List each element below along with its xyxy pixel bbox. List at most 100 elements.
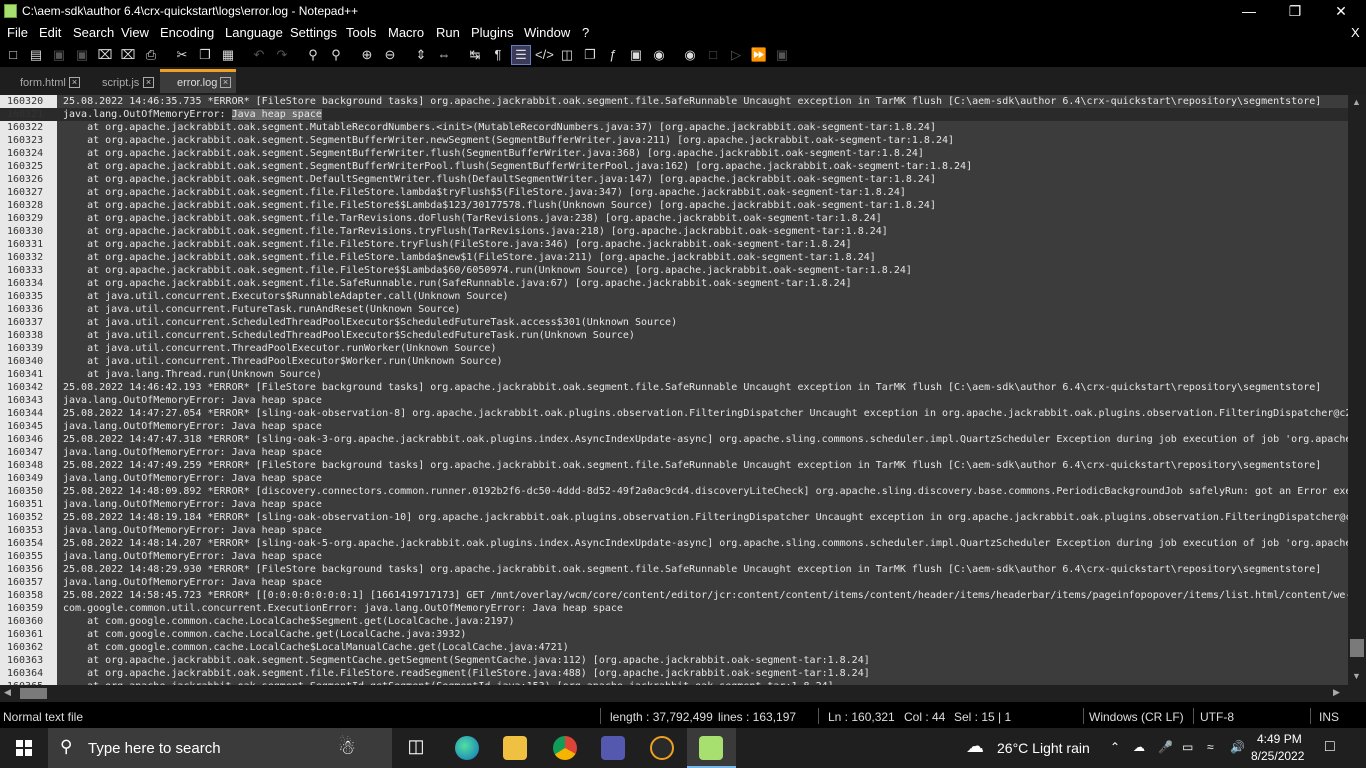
- run-macro-multiple-icon[interactable]: ⏩: [750, 46, 768, 64]
- redo-icon[interactable]: ↷: [273, 46, 291, 64]
- editor-line[interactable]: 160337 at java.util.concurrent.Scheduled…: [0, 316, 1348, 329]
- app-icon[interactable]: [650, 736, 674, 760]
- editor-line[interactable]: 160340 at java.util.concurrent.ThreadPoo…: [0, 355, 1348, 368]
- menu-macro[interactable]: Macro: [388, 25, 424, 40]
- editor-line[interactable]: 160346 25.08.2022 14:47:47.318 *ERROR* [s…: [0, 433, 1348, 446]
- editor-line[interactable]: 160358 25.08.2022 14:58:45.723 *ERROR* [[…: [0, 589, 1348, 602]
- editor-line[interactable]: 160343 java.lang.OutOfMemoryError: Java h…: [0, 394, 1348, 407]
- chrome-browser-icon[interactable]: [553, 736, 577, 760]
- undo-icon[interactable]: ↶: [250, 46, 268, 64]
- playback-macro-icon[interactable]: ▷: [727, 46, 745, 64]
- tab-form-html[interactable]: form.html ×: [14, 72, 84, 93]
- editor-line[interactable]: 160357 java.lang.OutOfMemoryError: Java h…: [0, 576, 1348, 589]
- editor-line[interactable]: 160359 com.google.common.util.concurrent.…: [0, 602, 1348, 615]
- folder-as-workspace-icon[interactable]: ▣: [627, 46, 645, 64]
- notification-center-icon[interactable]: □: [1325, 738, 1335, 756]
- zoom-out-icon[interactable]: ⊖: [381, 46, 399, 64]
- scroll-right-icon[interactable]: ▶: [1333, 687, 1340, 698]
- new-file-icon[interactable]: □: [4, 46, 22, 64]
- document-list-icon[interactable]: ❐: [581, 46, 599, 64]
- record-macro-icon[interactable]: ◉: [681, 46, 699, 64]
- save-icon[interactable]: ▣: [50, 46, 68, 64]
- tab-close-icon[interactable]: ×: [143, 77, 154, 88]
- editor-line[interactable]: 160321 java.lang.OutOfMemoryError: Java h…: [0, 108, 1348, 121]
- editor-line[interactable]: 160364 at org.apache.jackrabbit.oak.segm…: [0, 667, 1348, 680]
- editor-line[interactable]: 160330 at org.apache.jackrabbit.oak.segm…: [0, 225, 1348, 238]
- horizontal-scrollbar[interactable]: ◀ ▶: [0, 685, 1366, 702]
- editor-line[interactable]: 160325 at org.apache.jackrabbit.oak.segm…: [0, 160, 1348, 173]
- insert-mode-status[interactable]: INS: [1319, 710, 1339, 724]
- scroll-down-icon[interactable]: ▼: [1352, 671, 1361, 681]
- taskbar-search-box[interactable]: ⚲ Type here to search ☃: [48, 728, 392, 768]
- show-all-characters-icon[interactable]: ¶: [489, 46, 507, 64]
- editor-line[interactable]: 160338 at java.util.concurrent.Scheduled…: [0, 329, 1348, 342]
- word-wrap-icon[interactable]: ↹: [466, 46, 484, 64]
- text-editor[interactable]: 160320 25.08.2022 14:46:35.735 *ERROR* [F…: [0, 95, 1348, 685]
- close-document-icon[interactable]: X: [1351, 25, 1360, 40]
- editor-line[interactable]: 160356 25.08.2022 14:48:29.930 *ERROR* [F…: [0, 563, 1348, 576]
- eol-status[interactable]: Windows (CR LF): [1089, 710, 1184, 724]
- stop-recording-icon[interactable]: □: [704, 46, 722, 64]
- editor-line[interactable]: 160326 at org.apache.jackrabbit.oak.segm…: [0, 173, 1348, 186]
- battery-icon[interactable]: ▭: [1182, 740, 1193, 754]
- editor-line[interactable]: 160361 at com.google.common.cache.LocalC…: [0, 628, 1348, 641]
- tab-error-log[interactable]: error.log ×: [160, 69, 236, 93]
- task-view-icon[interactable]: ◫: [404, 736, 428, 760]
- editor-line[interactable]: 160327 at org.apache.jackrabbit.oak.segm…: [0, 186, 1348, 199]
- onedrive-icon[interactable]: ☁: [1133, 740, 1145, 754]
- editor-line[interactable]: 160342 25.08.2022 14:46:42.193 *ERROR* [F…: [0, 381, 1348, 394]
- editor-line[interactable]: 160349 java.lang.OutOfMemoryError: Java h…: [0, 472, 1348, 485]
- tab-close-icon[interactable]: ×: [69, 77, 80, 88]
- microphone-icon[interactable]: 🎤: [1158, 740, 1173, 754]
- function-list-icon[interactable]: ƒ: [604, 46, 622, 64]
- editor-line[interactable]: 160322 at org.apache.jackrabbit.oak.segm…: [0, 121, 1348, 134]
- print-icon[interactable]: ⎙: [142, 46, 160, 64]
- tab-close-icon[interactable]: ×: [220, 77, 231, 88]
- editor-line[interactable]: 160347 java.lang.OutOfMemoryError: Java h…: [0, 446, 1348, 459]
- replace-icon[interactable]: ⚲: [327, 46, 345, 64]
- volume-icon[interactable]: 🔊: [1230, 740, 1245, 754]
- vertical-scrollbar[interactable]: ▲ ▼: [1348, 95, 1366, 685]
- editor-line[interactable]: 160355 java.lang.OutOfMemoryError: Java h…: [0, 550, 1348, 563]
- menu-edit[interactable]: Edit: [39, 25, 61, 40]
- menu-plugins[interactable]: Plugins: [471, 25, 514, 40]
- editor-line[interactable]: 160323 at org.apache.jackrabbit.oak.segm…: [0, 134, 1348, 147]
- editor-line[interactable]: 160332 at org.apache.jackrabbit.oak.segm…: [0, 251, 1348, 264]
- editor-line[interactable]: 160339 at java.util.concurrent.ThreadPoo…: [0, 342, 1348, 355]
- file-explorer-icon[interactable]: [503, 736, 527, 760]
- sync-vertical-icon[interactable]: ⇕: [412, 46, 430, 64]
- menu-language[interactable]: Language: [225, 25, 283, 40]
- editor-line[interactable]: 160329 at org.apache.jackrabbit.oak.segm…: [0, 212, 1348, 225]
- menu-encoding[interactable]: Encoding: [160, 25, 214, 40]
- weather-text[interactable]: 26°C Light rain: [997, 740, 1090, 756]
- editor-line[interactable]: 160353 java.lang.OutOfMemoryError: Java h…: [0, 524, 1348, 537]
- editor-line[interactable]: 160350 25.08.2022 14:48:09.892 *ERROR* [d…: [0, 485, 1348, 498]
- editor-line[interactable]: 160354 25.08.2022 14:48:14.207 *ERROR* [s…: [0, 537, 1348, 550]
- indent-guide-icon[interactable]: ☰: [511, 45, 531, 65]
- editor-line[interactable]: 160344 25.08.2022 14:47:27.054 *ERROR* [s…: [0, 407, 1348, 420]
- notepadpp-taskbar-button[interactable]: [687, 728, 736, 768]
- menu-file[interactable]: File: [7, 25, 28, 40]
- editor-line[interactable]: 160345 java.lang.OutOfMemoryError: Java h…: [0, 420, 1348, 433]
- menu-view[interactable]: View: [121, 25, 149, 40]
- clock-date[interactable]: 8/25/2022: [1251, 749, 1304, 763]
- save-macro-icon[interactable]: ▣: [773, 46, 791, 64]
- windows-start-icon[interactable]: [16, 740, 32, 756]
- document-map-icon[interactable]: ◫: [558, 46, 576, 64]
- editor-line[interactable]: 160333 at org.apache.jackrabbit.oak.segm…: [0, 264, 1348, 277]
- scroll-left-icon[interactable]: ◀: [4, 687, 11, 698]
- vertical-scroll-thumb[interactable]: [1350, 639, 1364, 657]
- editor-line[interactable]: 160324 at org.apache.jackrabbit.oak.segm…: [0, 147, 1348, 160]
- paste-icon[interactable]: ▦: [219, 46, 237, 64]
- find-icon[interactable]: ⚲: [304, 46, 322, 64]
- minimize-button[interactable]: —: [1226, 0, 1272, 22]
- wifi-icon[interactable]: ≈: [1207, 740, 1214, 754]
- close-button[interactable]: ✕: [1318, 0, 1364, 22]
- clock-time[interactable]: 4:49 PM: [1257, 732, 1302, 746]
- open-folder-icon[interactable]: ▤: [27, 46, 45, 64]
- editor-line[interactable]: 160348 25.08.2022 14:47:49.259 *ERROR* [F…: [0, 459, 1348, 472]
- menu-tools[interactable]: Tools: [346, 25, 376, 40]
- sync-horizontal-icon[interactable]: ⇔: [435, 46, 453, 64]
- edge-browser-icon[interactable]: [455, 736, 479, 760]
- encoding-status[interactable]: UTF-8: [1200, 710, 1234, 724]
